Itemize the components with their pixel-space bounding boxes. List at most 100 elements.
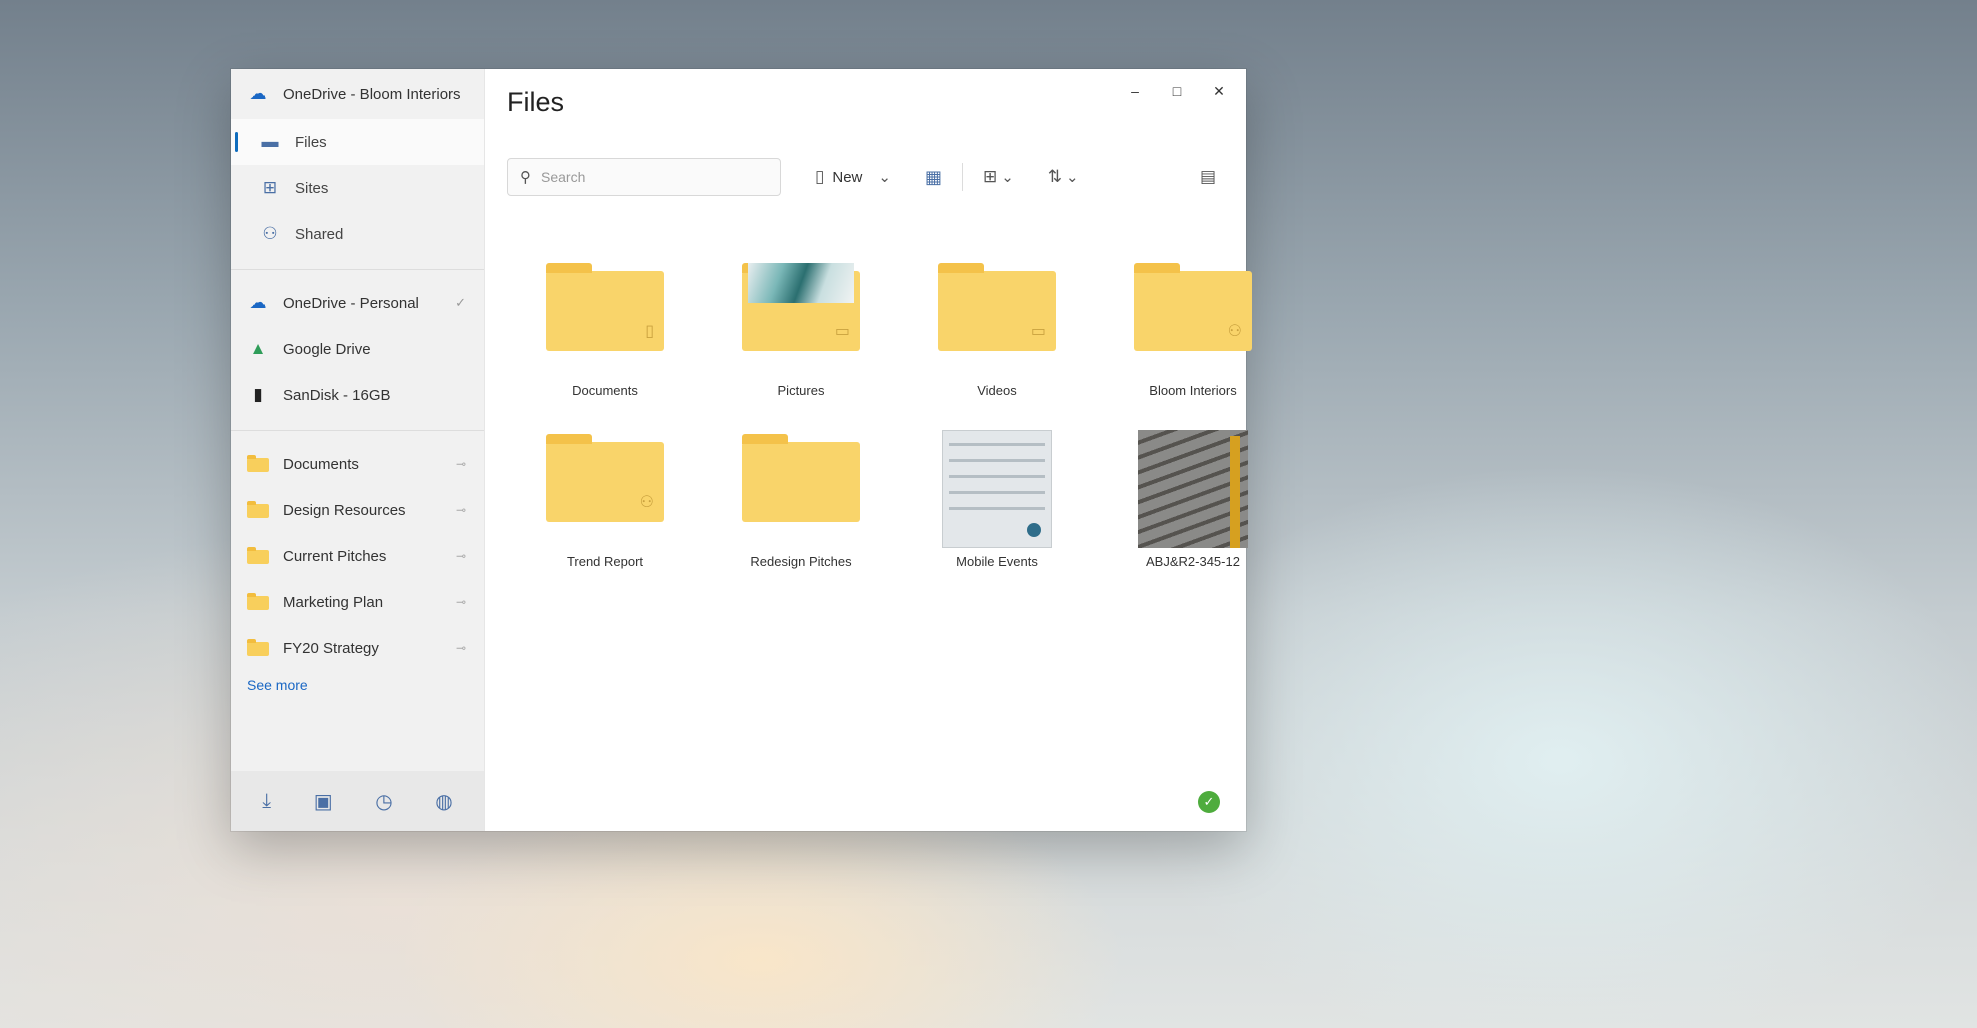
clipboard-icon[interactable]: ▣ [314, 789, 333, 814]
divider [231, 430, 484, 431]
onedrive-files-window: ☁ OneDrive - Bloom Interiors ▬ Files ⊞ S… [231, 69, 1252, 831]
chevron-down-icon: ⌄ [878, 169, 891, 186]
file-tile-mobile-events[interactable]: Mobile Events [899, 430, 1095, 569]
location-label: SanDisk - 16GB [283, 386, 391, 404]
folder-icon: ▭ [742, 259, 860, 377]
maximize-icon[interactable]: □ [1156, 75, 1198, 107]
item-name: Trend Report [566, 554, 644, 569]
folder-icon [247, 501, 269, 518]
minimize-icon[interactable]: – [1114, 75, 1156, 107]
new-dropdown-button[interactable]: ⌄ [872, 160, 897, 194]
pin-icon[interactable]: ⊸ [456, 457, 466, 471]
folder-icon: ▭ [938, 259, 1056, 377]
pin-icon[interactable]: ⊸ [456, 503, 466, 517]
chevron-down-icon: ⌄ [1001, 169, 1014, 186]
location-label: Google Drive [283, 340, 371, 358]
close-icon[interactable]: ✕ [1198, 75, 1240, 107]
window-controls: – □ ✕ [1114, 75, 1240, 107]
nav-item-label: Sites [295, 179, 329, 197]
files-grid: ▯ Documents ▭ Pictures ▭ Videos ⚇ Bloom … [507, 259, 1277, 569]
divider [231, 269, 484, 270]
sync-status-icon[interactable]: ✓ [1198, 791, 1220, 813]
item-name: ABJ&R2-345-12 [1146, 554, 1240, 569]
pin-icon[interactable]: ⊸ [456, 549, 466, 563]
view-options-button[interactable]: ⊞ ⌄ [973, 160, 1024, 194]
search-icon: ⚲ [520, 169, 531, 186]
location-label: OneDrive - Personal [283, 294, 419, 312]
nav-item-label: Shared [295, 225, 344, 243]
page-title: Files [507, 87, 565, 117]
folder-icon [247, 639, 269, 656]
nav-item-sites[interactable]: ⊞ Sites [231, 165, 484, 211]
pinned-folder-marketing-plan[interactable]: Marketing Plan ⊸ [231, 579, 484, 625]
folder-tile-videos[interactable]: ▭ Videos [899, 259, 1095, 398]
folder-tile-bloom-interiors[interactable]: ⚇ Bloom Interiors [1095, 259, 1291, 398]
settings-globe-icon[interactable]: ◍ [435, 789, 452, 814]
onedrive-cloud-icon: ☁ [249, 293, 267, 312]
nav-item-label: Files [295, 133, 327, 151]
location-google-drive[interactable]: ▲ Google Drive [231, 326, 484, 372]
details-pane-button[interactable]: ▤ [1190, 160, 1226, 194]
folder-icon: ⚇ [546, 430, 664, 548]
item-name: Redesign Pitches [750, 554, 852, 569]
folder-icon [247, 593, 269, 610]
pinned-label: Design Resources [283, 501, 406, 519]
chevron-down-icon: ⌄ [1066, 169, 1079, 186]
pinned-label: Current Pitches [283, 547, 387, 565]
folder-icon: ▯ [546, 259, 664, 377]
nav-item-shared[interactable]: ⚇ Shared [231, 211, 484, 257]
toolbar: ⚲ ▯ New ⌄ ▦ ⊞ ⌄ ⇅ ⌄ [507, 157, 1226, 197]
item-name: Mobile Events [956, 554, 1038, 569]
sites-icon: ⊞ [262, 178, 278, 197]
google-drive-icon: ▲ [249, 339, 267, 358]
location-onedrive-personal[interactable]: ☁ OneDrive - Personal ✓ [231, 280, 484, 326]
details-pane-icon: ▤ [1199, 167, 1216, 186]
sidebar: ☁ OneDrive - Bloom Interiors ▬ Files ⊞ S… [231, 69, 485, 831]
location-sandisk[interactable]: ▮ SanDisk - 16GB [231, 372, 484, 418]
account-header[interactable]: ☁ OneDrive - Bloom Interiors [231, 69, 484, 119]
checkmark-icon: ✓ [455, 295, 466, 310]
item-name: Videos [977, 383, 1017, 398]
folder-icon: ▬ [261, 132, 279, 151]
image-thumbnail [1134, 430, 1252, 548]
grid-view-icon: ⊞ [982, 167, 998, 186]
shared-icon: ⚇ [262, 224, 278, 243]
pinned-folder-fy20-strategy[interactable]: FY20 Strategy ⊸ [231, 625, 484, 671]
folder-icon [247, 455, 269, 472]
pinned-folder-documents[interactable]: Documents ⊸ [231, 441, 484, 487]
account-label: OneDrive - Bloom Interiors [283, 85, 461, 103]
pinned-folder-design-resources[interactable]: Design Resources ⊸ [231, 487, 484, 533]
folder-icon [247, 547, 269, 564]
search-input[interactable] [541, 169, 751, 185]
new-document-icon: ▯ [815, 167, 825, 186]
folder-preview-image [748, 263, 854, 303]
folder-tile-pictures[interactable]: ▭ Pictures [703, 259, 899, 398]
usb-drive-icon: ▮ [253, 385, 263, 404]
download-icon[interactable]: ⤓ [262, 790, 271, 813]
sort-button[interactable]: ⇅ ⌄ [1038, 160, 1089, 194]
folder-icon [742, 430, 860, 548]
pinned-label: Marketing Plan [283, 593, 384, 611]
pinned-label: FY20 Strategy [283, 639, 379, 657]
see-more-link[interactable]: See more [231, 677, 484, 693]
paste-button[interactable]: ▦ [915, 160, 952, 194]
pinned-folder-current-pitches[interactable]: Current Pitches ⊸ [231, 533, 484, 579]
sort-icon: ⇅ [1047, 167, 1063, 186]
folder-tile-trend-report[interactable]: ⚇ Trend Report [507, 430, 703, 569]
toolbar-divider [961, 163, 963, 191]
item-name: Documents [572, 383, 638, 398]
folder-tile-redesign-pitches[interactable]: Redesign Pitches [703, 430, 899, 569]
pinned-label: Documents [283, 455, 359, 473]
search-box[interactable]: ⚲ [507, 158, 781, 196]
main-pane: Files – □ ✕ ⚲ ▯ New ⌄ ▦ ⊞ [485, 69, 1252, 831]
nav-item-files[interactable]: ▬ Files [231, 119, 484, 165]
folder-icon: ⚇ [1134, 259, 1252, 377]
history-icon[interactable]: ◷ [375, 789, 392, 814]
pin-icon[interactable]: ⊸ [456, 641, 466, 655]
sidebar-bottom-bar: ⤓ ▣ ◷ ◍ [231, 771, 484, 831]
pin-icon[interactable]: ⊸ [456, 595, 466, 609]
folder-tile-documents[interactable]: ▯ Documents [507, 259, 703, 398]
file-tile-abjr2-345-12[interactable]: ABJ&R2-345-12 [1095, 430, 1291, 569]
image-thumbnail [938, 430, 1056, 548]
new-button[interactable]: ▯ New [805, 160, 872, 194]
